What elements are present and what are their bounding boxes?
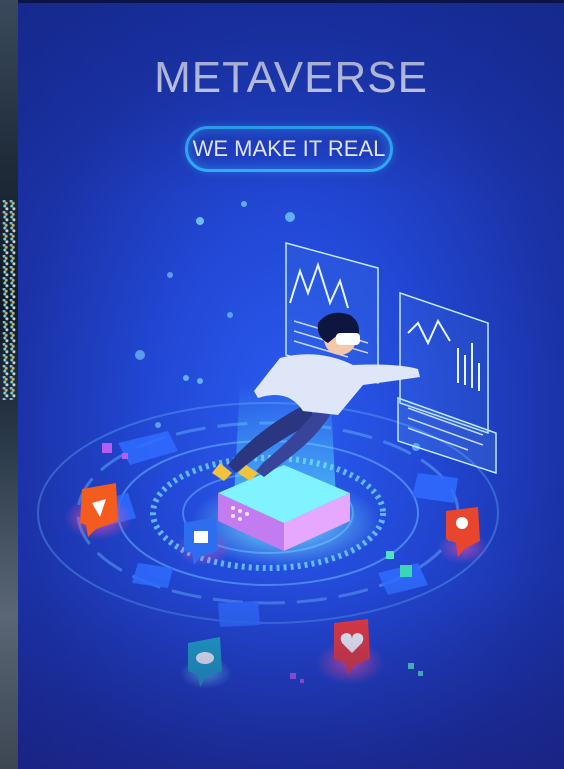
play-bubble-icon	[64, 483, 132, 540]
background-photo-strip	[0, 0, 18, 769]
chat-bubble-icon	[180, 637, 232, 689]
city-lights	[2, 200, 16, 400]
metaverse-poster: METAVERSE WE MAKE IT REAL	[18, 3, 564, 769]
location-pin-bubble-icon	[437, 507, 489, 564]
isometric-illustration	[37, 201, 499, 689]
heart-bubble-icon	[316, 619, 384, 685]
